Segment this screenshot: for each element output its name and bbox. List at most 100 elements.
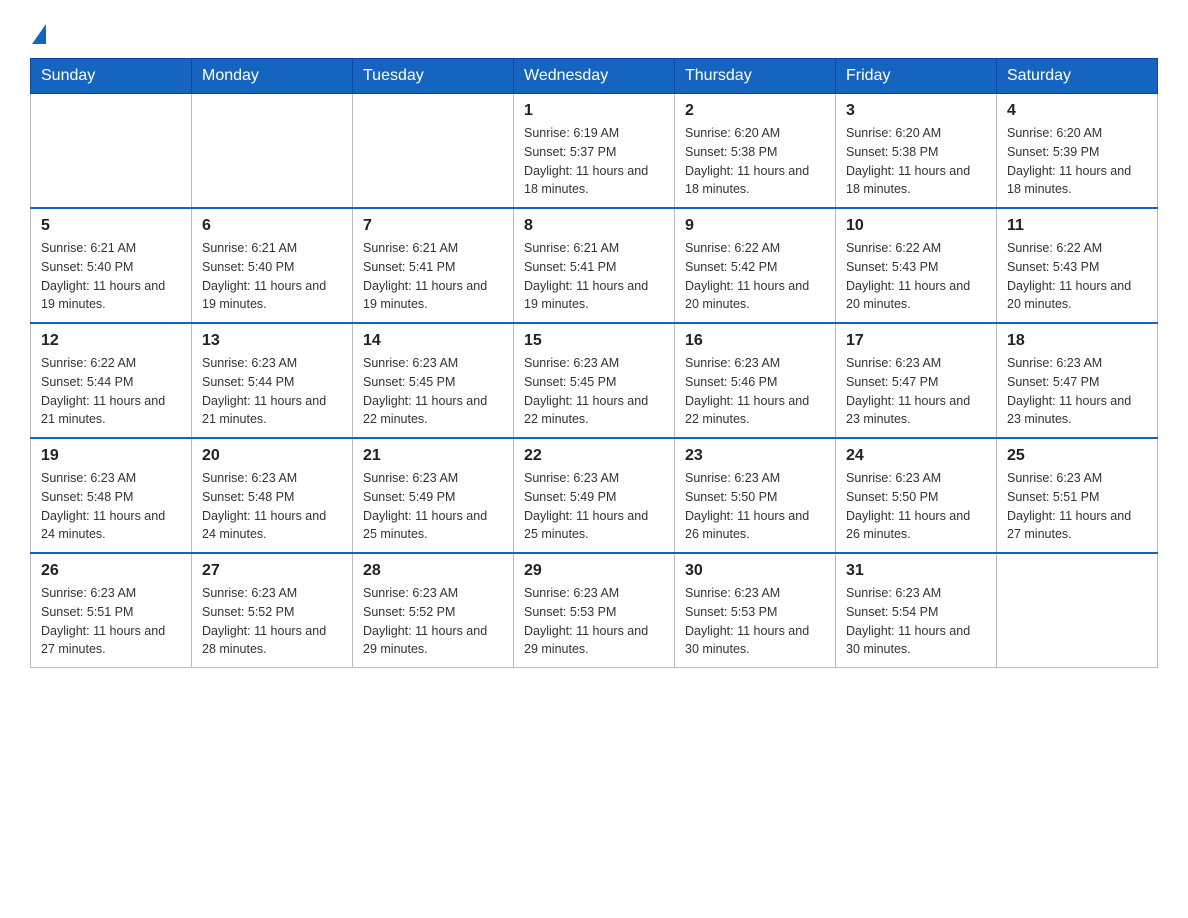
calendar-cell: 18 Sunrise: 6:23 AMSunset: 5:47 PMDayligh… — [997, 323, 1158, 438]
logo-triangle-icon — [32, 24, 46, 44]
day-info: Sunrise: 6:23 AMSunset: 5:54 PMDaylight:… — [846, 584, 986, 659]
calendar-cell: 8 Sunrise: 6:21 AMSunset: 5:41 PMDaylight… — [514, 208, 675, 323]
weekday-header-friday: Friday — [836, 59, 997, 94]
calendar-cell: 10 Sunrise: 6:22 AMSunset: 5:43 PMDayligh… — [836, 208, 997, 323]
calendar-cell: 24Sunrise: 6:23 AMSunset: 5:50 PMDayligh… — [836, 438, 997, 553]
weekday-header-saturday: Saturday — [997, 59, 1158, 94]
day-info: Sunrise: 6:23 AMSunset: 5:45 PMDaylight:… — [524, 354, 664, 429]
calendar-cell: 9 Sunrise: 6:22 AMSunset: 5:42 PMDaylight… — [675, 208, 836, 323]
day-info: Sunrise: 6:21 AMSunset: 5:40 PMDaylight:… — [41, 239, 181, 314]
day-number: 14 — [363, 332, 503, 350]
day-info: Sunrise: 6:23 AMSunset: 5:47 PMDaylight:… — [846, 354, 986, 429]
day-info: Sunrise: 6:22 AMSunset: 5:43 PMDaylight:… — [1007, 239, 1147, 314]
calendar-week-row: 19 Sunrise: 6:23 AMSunset: 5:48 PMDayligh… — [31, 438, 1158, 553]
day-number: 28 — [363, 562, 503, 580]
day-number: 7 — [363, 217, 503, 235]
day-number: 26 — [41, 562, 181, 580]
day-number: 21 — [363, 447, 503, 465]
calendar-cell: 11Sunrise: 6:22 AMSunset: 5:43 PMDayligh… — [997, 208, 1158, 323]
day-info: Sunrise: 6:22 AMSunset: 5:44 PMDaylight:… — [41, 354, 181, 429]
calendar-cell: 25 Sunrise: 6:23 AMSunset: 5:51 PMDayligh… — [997, 438, 1158, 553]
day-number: 4 — [1007, 102, 1147, 120]
day-number: 10 — [846, 217, 986, 235]
calendar-cell: 3 Sunrise: 6:20 AMSunset: 5:38 PMDaylight… — [836, 94, 997, 209]
weekday-header-monday: Monday — [192, 59, 353, 94]
calendar-table: SundayMondayTuesdayWednesdayThursdayFrid… — [30, 58, 1158, 668]
day-info: Sunrise: 6:21 AMSunset: 5:41 PMDaylight:… — [524, 239, 664, 314]
day-number: 17 — [846, 332, 986, 350]
day-number: 15 — [524, 332, 664, 350]
calendar-cell: 12 Sunrise: 6:22 AMSunset: 5:44 PMDayligh… — [31, 323, 192, 438]
calendar-week-row: 5 Sunrise: 6:21 AMSunset: 5:40 PMDaylight… — [31, 208, 1158, 323]
day-number: 5 — [41, 217, 181, 235]
calendar-cell: 28 Sunrise: 6:23 AMSunset: 5:52 PMDayligh… — [353, 553, 514, 668]
day-number: 31 — [846, 562, 986, 580]
day-info: Sunrise: 6:20 AMSunset: 5:39 PMDaylight:… — [1007, 124, 1147, 199]
day-info: Sunrise: 6:22 AMSunset: 5:42 PMDaylight:… — [685, 239, 825, 314]
day-info: Sunrise: 6:23 AMSunset: 5:50 PMDaylight:… — [685, 469, 825, 544]
day-info: Sunrise: 6:23 AMSunset: 5:50 PMDaylight:… — [846, 469, 986, 544]
day-info: Sunrise: 6:23 AMSunset: 5:52 PMDaylight:… — [363, 584, 503, 659]
calendar-cell — [31, 94, 192, 209]
day-number: 13 — [202, 332, 342, 350]
calendar-cell: 23 Sunrise: 6:23 AMSunset: 5:50 PMDayligh… — [675, 438, 836, 553]
day-info: Sunrise: 6:21 AMSunset: 5:41 PMDaylight:… — [363, 239, 503, 314]
day-info: Sunrise: 6:23 AMSunset: 5:48 PMDaylight:… — [41, 469, 181, 544]
calendar-cell: 22 Sunrise: 6:23 AMSunset: 5:49 PMDayligh… — [514, 438, 675, 553]
calendar-week-row: 12 Sunrise: 6:22 AMSunset: 5:44 PMDayligh… — [31, 323, 1158, 438]
day-number: 19 — [41, 447, 181, 465]
calendar-cell: 19 Sunrise: 6:23 AMSunset: 5:48 PMDayligh… — [31, 438, 192, 553]
calendar-cell: 5 Sunrise: 6:21 AMSunset: 5:40 PMDaylight… — [31, 208, 192, 323]
calendar-cell: 1 Sunrise: 6:19 AMSunset: 5:37 PMDaylight… — [514, 94, 675, 209]
day-number: 1 — [524, 102, 664, 120]
logo — [30, 20, 46, 40]
day-info: Sunrise: 6:23 AMSunset: 5:48 PMDaylight:… — [202, 469, 342, 544]
calendar-cell — [353, 94, 514, 209]
day-info: Sunrise: 6:23 AMSunset: 5:44 PMDaylight:… — [202, 354, 342, 429]
day-info: Sunrise: 6:22 AMSunset: 5:43 PMDaylight:… — [846, 239, 986, 314]
day-number: 23 — [685, 447, 825, 465]
day-number: 30 — [685, 562, 825, 580]
day-number: 25 — [1007, 447, 1147, 465]
day-number: 8 — [524, 217, 664, 235]
calendar-week-row: 26 Sunrise: 6:23 AMSunset: 5:51 PMDayligh… — [31, 553, 1158, 668]
day-info: Sunrise: 6:23 AMSunset: 5:45 PMDaylight:… — [363, 354, 503, 429]
calendar-cell: 4 Sunrise: 6:20 AMSunset: 5:39 PMDaylight… — [997, 94, 1158, 209]
calendar-cell: 14 Sunrise: 6:23 AMSunset: 5:45 PMDayligh… — [353, 323, 514, 438]
calendar-cell: 31 Sunrise: 6:23 AMSunset: 5:54 PMDayligh… — [836, 553, 997, 668]
weekday-header-wednesday: Wednesday — [514, 59, 675, 94]
day-info: Sunrise: 6:23 AMSunset: 5:51 PMDaylight:… — [41, 584, 181, 659]
calendar-week-row: 1 Sunrise: 6:19 AMSunset: 5:37 PMDaylight… — [31, 94, 1158, 209]
day-number: 22 — [524, 447, 664, 465]
day-info: Sunrise: 6:23 AMSunset: 5:51 PMDaylight:… — [1007, 469, 1147, 544]
page-header — [30, 20, 1158, 40]
day-info: Sunrise: 6:23 AMSunset: 5:46 PMDaylight:… — [685, 354, 825, 429]
day-info: Sunrise: 6:20 AMSunset: 5:38 PMDaylight:… — [685, 124, 825, 199]
day-info: Sunrise: 6:23 AMSunset: 5:53 PMDaylight:… — [524, 584, 664, 659]
day-info: Sunrise: 6:23 AMSunset: 5:47 PMDaylight:… — [1007, 354, 1147, 429]
day-info: Sunrise: 6:23 AMSunset: 5:49 PMDaylight:… — [363, 469, 503, 544]
calendar-cell: 20 Sunrise: 6:23 AMSunset: 5:48 PMDayligh… — [192, 438, 353, 553]
calendar-cell: 6Sunrise: 6:21 AMSunset: 5:40 PMDaylight… — [192, 208, 353, 323]
weekday-header-tuesday: Tuesday — [353, 59, 514, 94]
day-number: 18 — [1007, 332, 1147, 350]
calendar-cell: 13 Sunrise: 6:23 AMSunset: 5:44 PMDayligh… — [192, 323, 353, 438]
day-number: 3 — [846, 102, 986, 120]
day-number: 29 — [524, 562, 664, 580]
calendar-cell: 26 Sunrise: 6:23 AMSunset: 5:51 PMDayligh… — [31, 553, 192, 668]
day-info: Sunrise: 6:20 AMSunset: 5:38 PMDaylight:… — [846, 124, 986, 199]
day-info: Sunrise: 6:23 AMSunset: 5:49 PMDaylight:… — [524, 469, 664, 544]
calendar-cell: 21 Sunrise: 6:23 AMSunset: 5:49 PMDayligh… — [353, 438, 514, 553]
calendar-cell: 15 Sunrise: 6:23 AMSunset: 5:45 PMDayligh… — [514, 323, 675, 438]
calendar-cell: 7 Sunrise: 6:21 AMSunset: 5:41 PMDaylight… — [353, 208, 514, 323]
calendar-header-row: SundayMondayTuesdayWednesdayThursdayFrid… — [31, 59, 1158, 94]
day-info: Sunrise: 6:19 AMSunset: 5:37 PMDaylight:… — [524, 124, 664, 199]
weekday-header-thursday: Thursday — [675, 59, 836, 94]
day-number: 20 — [202, 447, 342, 465]
day-number: 27 — [202, 562, 342, 580]
day-number: 9 — [685, 217, 825, 235]
day-number: 6 — [202, 217, 342, 235]
day-number: 2 — [685, 102, 825, 120]
day-number: 12 — [41, 332, 181, 350]
calendar-cell: 29 Sunrise: 6:23 AMSunset: 5:53 PMDayligh… — [514, 553, 675, 668]
